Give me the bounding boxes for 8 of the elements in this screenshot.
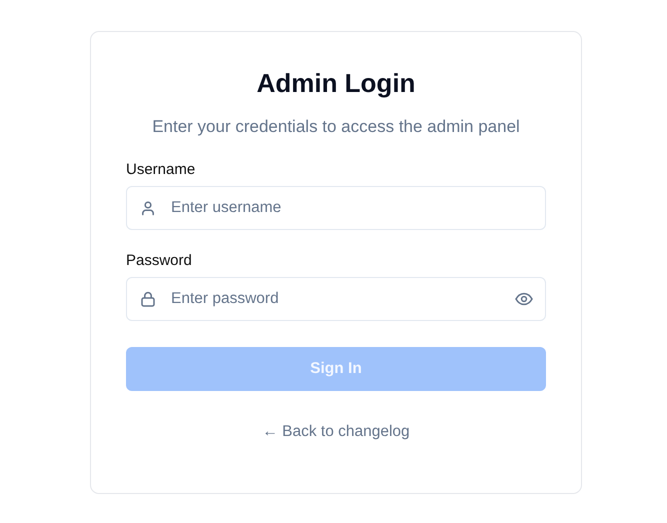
input-field[interactable]: Enter password [126, 277, 546, 321]
page-title: Admin Login [256, 68, 416, 99]
back-link[interactable]: ← Back to changelog [262, 423, 410, 441]
subtitle-text: Enter your credentials to access the admin panel [152, 117, 520, 137]
eye-icon[interactable] [515, 292, 533, 306]
input-field[interactable]: Enter username [126, 186, 546, 230]
field-label: Password [126, 252, 192, 269]
field-label: Username [126, 161, 196, 178]
